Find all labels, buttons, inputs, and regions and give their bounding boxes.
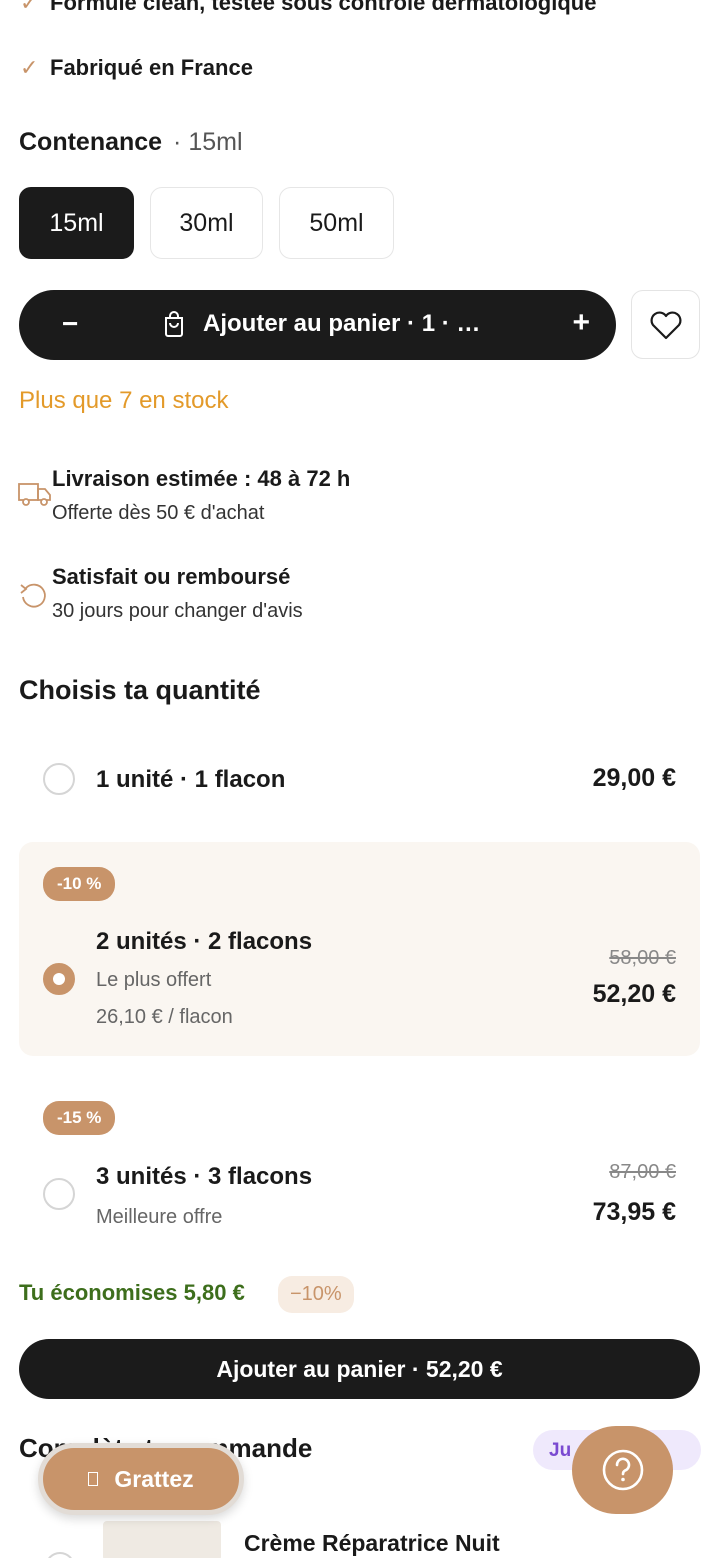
add-to-cart-pill[interactable]: − Ajouter au panier · 1 · … + [19, 290, 616, 360]
product-thumbnail[interactable] [103, 1521, 221, 1558]
option-price: 29,00 € [592, 764, 676, 792]
quantity-option-2[interactable]: -10 % 2 unités · 2 flacons Le plus offer… [19, 842, 700, 1056]
stock-indicator: Plus que 7 en stock [19, 387, 229, 414]
contenance-label: Contenance · 15ml [19, 128, 243, 157]
contenance-selected: · 15ml [173, 128, 243, 156]
radio-button[interactable] [43, 1178, 75, 1210]
feature-label: Formule clean, testée sous contrôle derm… [50, 0, 597, 15]
help-button[interactable] [572, 1426, 673, 1514]
quantity-section-title: Choisis ta quantité [19, 675, 261, 705]
delivery-info: Livraison estimée : 48 à 72 h Offerte dè… [18, 466, 350, 525]
refund-subtitle: 30 jours pour changer d'avis [52, 600, 303, 622]
savings-text: Tu économises 5,80 € [19, 1280, 245, 1305]
check-icon: ✓ [20, 0, 39, 15]
size-option-30ml[interactable]: 30ml [150, 187, 263, 259]
truck-icon [18, 480, 52, 520]
radio-button[interactable] [43, 763, 75, 795]
option-title: 3 unités · 3 flacons [96, 1163, 313, 1190]
delivery-subtitle: Offerte dès 50 € d'achat [52, 502, 265, 524]
product-name[interactable]: Crème Réparatrice Nuit [244, 1530, 500, 1557]
size-option-15ml[interactable]: 15ml [19, 187, 134, 259]
product-checkbox[interactable] [45, 1552, 75, 1558]
refresh-icon [18, 578, 52, 618]
wishlist-button[interactable] [631, 290, 700, 359]
discount-badge: -10 % [43, 867, 116, 901]
refund-info: Satisfait ou remboursé 30 jours pour cha… [18, 564, 303, 623]
option-old-price: 87,00 € [609, 1161, 676, 1183]
savings-badge: −10% [278, 1276, 354, 1313]
ticket-icon [88, 1472, 99, 1486]
add-to-cart-button[interactable]: Ajouter au panier · 52,20 € [19, 1339, 700, 1399]
feature-item: ✓ Formule clean, testée sous contrôle de… [20, 0, 596, 16]
option-subtitle: Le plus offert [96, 969, 212, 991]
feature-item: ✓ Fabriqué en France [20, 55, 253, 81]
option-title: 2 unités · 2 flacons [96, 928, 313, 955]
contenance-title: Contenance [19, 128, 163, 156]
increment-button[interactable]: + [572, 306, 590, 340]
option-price: 73,95 € [592, 1198, 676, 1226]
help-icon [602, 1449, 643, 1491]
delivery-title: Livraison estimée : 48 à 72 h [52, 466, 351, 491]
check-icon: ✓ [20, 55, 39, 80]
option-title: 1 unité · 1 flacon [96, 766, 286, 793]
heart-icon [650, 311, 681, 339]
scratch-button[interactable]: Grattez [38, 1443, 244, 1515]
add-to-cart-label: Ajouter au panier · 1 · … [203, 310, 481, 337]
quantity-option-1[interactable]: 1 unité · 1 flacon 29,00 € [19, 740, 700, 818]
decrement-button[interactable]: − [62, 308, 78, 340]
option-subtitle: Meilleure offre [96, 1206, 223, 1228]
size-option-50ml[interactable]: 50ml [279, 187, 394, 259]
option-old-price: 58,00 € [609, 947, 676, 969]
refund-title: Satisfait ou remboursé [52, 564, 291, 589]
quantity-option-3[interactable]: -15 % 3 unités · 3 flacons Meilleure off… [19, 1080, 700, 1250]
shopping-bag-icon [163, 311, 185, 337]
add-to-cart-label-wrap[interactable]: Ajouter au panier · 1 · … [163, 310, 480, 338]
scratch-label: Grattez [114, 1465, 194, 1492]
discount-badge: -15 % [43, 1101, 116, 1135]
feature-label: Fabriqué en France [50, 55, 253, 80]
option-unit-price: 26,10 € / flacon [96, 1006, 233, 1028]
radio-button-selected[interactable] [43, 963, 75, 995]
option-price: 52,20 € [592, 980, 676, 1008]
